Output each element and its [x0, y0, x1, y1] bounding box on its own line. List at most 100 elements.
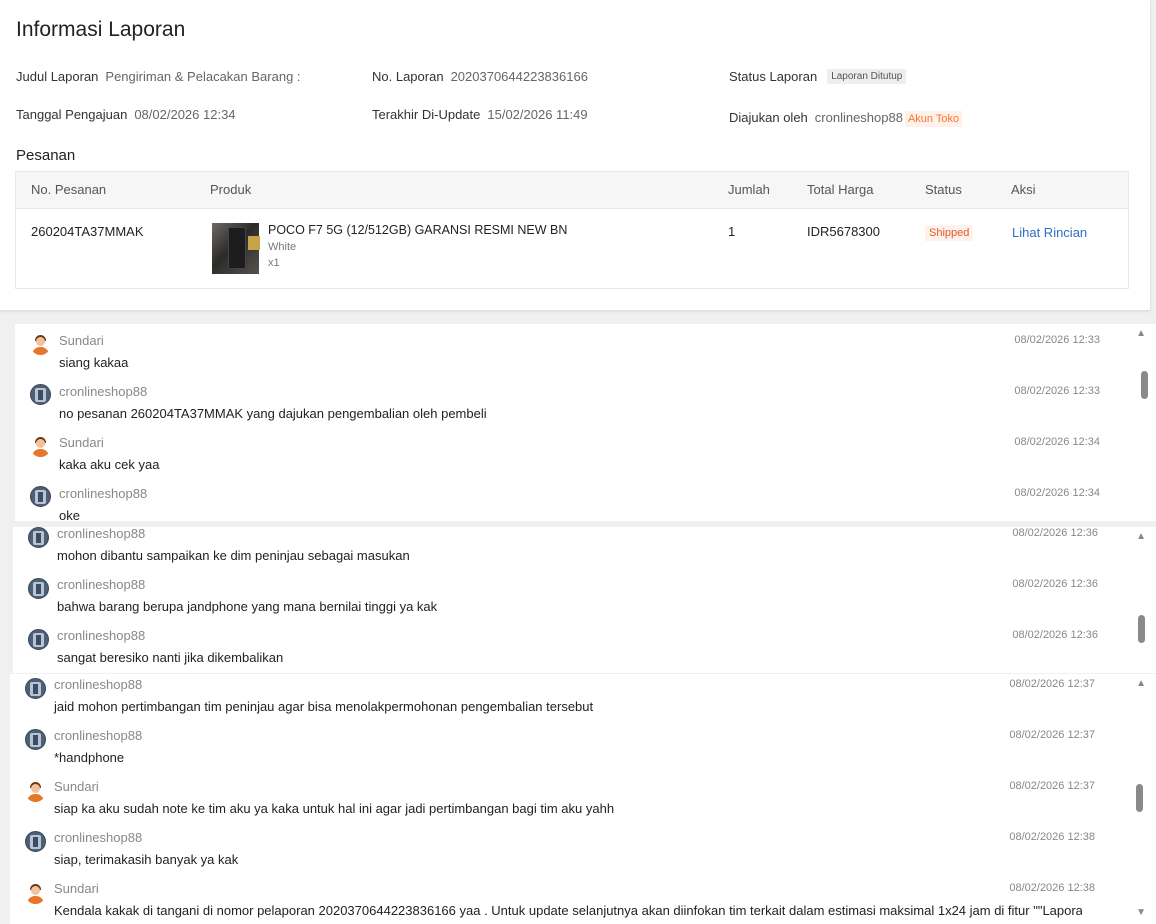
chat-panel-1[interactable]: ▲ Sundari 08/02/2026 12:33 siang kakaa c…	[15, 324, 1156, 521]
message-sender: Sundari	[54, 881, 99, 896]
order-table-header: No. Pesanan Produk Jumlah Total Harga St…	[16, 172, 1128, 209]
product-thumbnail	[212, 223, 260, 274]
sundari-avatar	[30, 334, 51, 355]
chat-message: cronlineshop88 08/02/2026 12:37 *handpho…	[10, 725, 1156, 776]
chat-message: Sundari 08/02/2026 12:34 kaka aku cek ya…	[15, 426, 1156, 477]
order-total: IDR5678300	[807, 224, 880, 239]
judul-laporan-field: Judul Laporan Pengiriman & Pelacakan Bar…	[16, 69, 301, 84]
sundari-avatar	[25, 883, 46, 904]
order-table: No. Pesanan Produk Jumlah Total Harga St…	[15, 171, 1129, 289]
status-laporan-badge: Laporan Ditutup	[827, 69, 907, 84]
message-text: kaka aku cek yaa	[59, 457, 160, 472]
message-time: 08/02/2026 12:36	[1012, 629, 1098, 641]
order-number: 260204TA37MMAK	[31, 224, 144, 239]
chat-panel-3[interactable]: ▲ ▼ cronlineshop88 08/02/2026 12:37 jaid…	[10, 674, 1156, 924]
message-time: 08/02/2026 12:38	[1009, 882, 1095, 894]
message-time: 08/02/2026 12:37	[1009, 780, 1095, 792]
message-sender: cronlineshop88	[57, 527, 146, 541]
no-laporan-label: No. Laporan	[372, 69, 444, 84]
chat-message: Sundari 08/02/2026 12:33 siang kakaa	[15, 324, 1156, 375]
shop-avatar	[25, 678, 46, 699]
chat-message: Sundari 08/02/2026 12:37 siap ka aku sud…	[10, 776, 1156, 827]
message-time: 08/02/2026 12:38	[1009, 831, 1095, 843]
message-time: 08/02/2026 12:37	[1009, 729, 1095, 741]
product-variant: White	[268, 241, 297, 253]
product-name: POCO F7 5G (12/512GB) GARANSI RESMI NEW …	[268, 223, 568, 237]
message-text: no pesanan 260204TA37MMAK yang dajukan p…	[59, 406, 487, 421]
column-header-produk: Produk	[210, 182, 252, 197]
shop-avatar	[28, 527, 49, 548]
tanggal-pengajuan-value: 08/02/2026 12:34	[134, 107, 236, 122]
no-laporan-field: No. Laporan 2020370644223836166	[372, 69, 588, 84]
message-sender: cronlineshop88	[57, 628, 146, 643]
message-sender: Sundari	[54, 779, 99, 794]
message-time: 08/02/2026 12:36	[1012, 578, 1098, 590]
message-text: oke	[59, 508, 80, 521]
chat-message: cronlineshop88 08/02/2026 12:38 siap, te…	[10, 827, 1156, 878]
column-header-status: Status	[925, 182, 962, 197]
chat-message: cronlineshop88 08/02/2026 12:36 sangat b…	[13, 625, 1156, 673]
tanggal-pengajuan-label: Tanggal Pengajuan	[16, 107, 128, 122]
column-header-aksi: Aksi	[1011, 182, 1036, 197]
message-time: 08/02/2026 12:36	[1012, 527, 1098, 539]
message-text: *handphone	[54, 750, 125, 765]
chat-message: Sundari 08/02/2026 12:38 Kendala kakak d…	[10, 878, 1156, 924]
sundari-avatar	[30, 436, 51, 457]
shop-avatar	[28, 629, 49, 650]
terakhir-update-label: Terakhir Di-Update	[372, 107, 481, 122]
shop-avatar	[28, 578, 49, 599]
column-header-no-pesanan: No. Pesanan	[31, 182, 107, 197]
order-status-badge: Shipped	[925, 225, 974, 241]
chat-message: cronlineshop88 08/02/2026 12:37 jaid moh…	[10, 674, 1156, 725]
message-sender: cronlineshop88	[57, 577, 146, 592]
judul-laporan-label: Judul Laporan	[16, 69, 99, 84]
column-header-jumlah: Jumlah	[728, 182, 770, 197]
product-qty: x1	[268, 257, 280, 269]
message-sender: cronlineshop88	[54, 728, 143, 743]
page-title: Informasi Laporan	[16, 18, 186, 41]
sundari-avatar	[25, 781, 46, 802]
pesanan-section-title: Pesanan	[16, 147, 76, 164]
chat-panel-2[interactable]: ▲ cronlineshop88 08/02/2026 12:36 mohon …	[13, 527, 1156, 673]
message-text: jaid mohon pertimbangan tim peninjau aga…	[54, 699, 594, 714]
diajukan-oleh-value: cronlineshop88	[814, 109, 903, 125]
status-laporan-field: Status Laporan Laporan Ditutup	[729, 69, 907, 84]
no-laporan-value: 2020370644223836166	[450, 69, 588, 84]
chat-message: cronlineshop88 08/02/2026 12:33 no pesan…	[15, 375, 1156, 426]
status-laporan-label: Status Laporan	[729, 69, 818, 84]
message-time: 08/02/2026 12:34	[1014, 436, 1100, 448]
message-time: 08/02/2026 12:37	[1009, 678, 1095, 690]
chat-message: cronlineshop88 08/02/2026 12:34 oke	[15, 477, 1156, 521]
message-text: siang kakaa	[59, 355, 129, 370]
message-time: 08/02/2026 12:33	[1014, 385, 1100, 397]
message-sender: Sundari	[59, 333, 104, 348]
column-header-total-harga: Total Harga	[807, 182, 874, 197]
message-time: 08/02/2026 12:33	[1014, 334, 1100, 346]
order-jumlah: 1	[728, 224, 736, 239]
lihat-rincian-link[interactable]: Lihat Rincian	[1012, 225, 1087, 240]
message-sender: cronlineshop88	[59, 384, 148, 399]
message-sender: Sundari	[59, 435, 104, 450]
message-text: Kendala kakak di tangani di nomor pelapo…	[54, 903, 1082, 918]
terakhir-update-field: Terakhir Di-Update 15/02/2026 11:49	[372, 107, 588, 122]
message-sender: cronlineshop88	[59, 486, 148, 501]
phone-image	[228, 227, 260, 269]
message-sender: cronlineshop88	[54, 830, 143, 845]
terakhir-update-value: 15/02/2026 11:49	[487, 107, 588, 122]
akun-toko-badge: Akun Toko	[904, 111, 963, 127]
message-time: 08/02/2026 12:34	[1014, 487, 1100, 499]
message-text: sangat beresiko nanti jika dikembalikan	[57, 650, 284, 665]
shop-avatar	[30, 486, 51, 507]
shop-avatar	[25, 729, 46, 750]
message-text: bahwa barang berupa jandphone yang mana …	[57, 599, 438, 614]
diajukan-oleh-label: Diajukan oleh	[729, 109, 808, 125]
message-text: siap ka aku sudah note ke tim aku ya kak…	[54, 801, 615, 816]
shop-avatar	[30, 384, 51, 405]
message-text: mohon dibantu sampaikan ke dim peninjau …	[57, 548, 410, 563]
message-text: siap, terimakasih banyak ya kak	[54, 852, 239, 867]
diajukan-oleh-field: Diajukan oleh cronlineshop88 Akun Toko	[729, 107, 963, 127]
message-sender: cronlineshop88	[54, 677, 143, 692]
report-info-card: Informasi Laporan Judul Laporan Pengirim…	[0, 0, 1150, 310]
judul-laporan-value: Pengiriman & Pelacakan Barang :	[105, 69, 301, 84]
chat-message: cronlineshop88 08/02/2026 12:36 mohon di…	[13, 527, 1156, 574]
